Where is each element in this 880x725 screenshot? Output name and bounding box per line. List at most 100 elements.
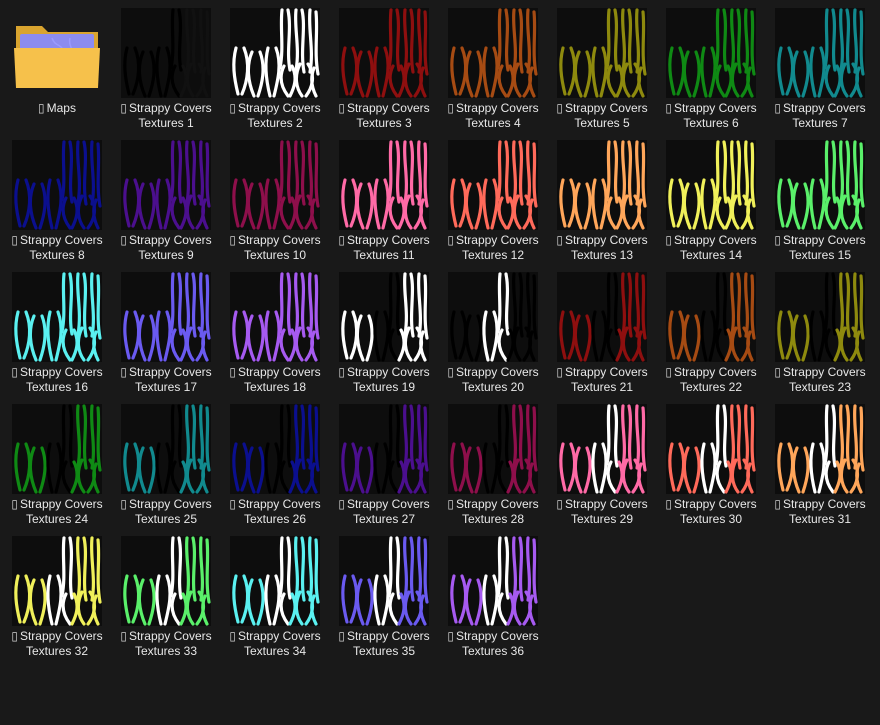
- texture-strap: [177, 272, 183, 336]
- file-name-line-1: Strappy Covers: [673, 233, 757, 247]
- texture-strap: [845, 404, 851, 470]
- file-item[interactable]: ▯ Strappy Covers Textures 11: [330, 136, 438, 264]
- texture-strap: [605, 140, 611, 202]
- texture-thumbnail: [339, 272, 429, 362]
- file-item[interactable]: ▯ Strappy Covers Textures 35: [330, 532, 438, 660]
- file-name-line-2: Textures 16: [25, 380, 89, 394]
- texture-strap: [613, 272, 619, 336]
- file-name-label: ▯ Strappy Covers Textures 14: [657, 233, 765, 263]
- sync-status-icon: ▯: [338, 233, 345, 247]
- sync-status-icon: ▯: [120, 497, 127, 511]
- file-name-label: ▯ Strappy Covers Textures 17: [112, 365, 220, 395]
- file-item[interactable]: ▯ Strappy Covers Textures 26: [221, 400, 329, 528]
- file-item[interactable]: ▯ Strappy Covers Textures 22: [657, 268, 765, 396]
- file-item[interactable]: ▯ Strappy Covers Textures 28: [439, 400, 547, 528]
- file-item[interactable]: ▯ Strappy Covers Textures 18: [221, 268, 329, 396]
- folder-item[interactable]: ▯ Maps: [3, 4, 111, 132]
- file-name-label: ▯ Strappy Covers Textures 6: [657, 101, 765, 131]
- file-item[interactable]: ▯ Strappy Covers Textures 12: [439, 136, 547, 264]
- file-item[interactable]: ▯ Strappy Covers Textures 14: [657, 136, 765, 264]
- file-name-line-1: Strappy Covers: [782, 497, 866, 511]
- texture-thumbnail: [775, 404, 865, 494]
- file-item[interactable]: ▯ Strappy Covers Textures 4: [439, 4, 547, 132]
- texture-thumbnail: [775, 140, 865, 230]
- texture-thumbnail: [121, 404, 211, 494]
- file-grid: ▯ Maps ▯ Strappy Covers Textures 1 ▯ Strappy C…: [0, 0, 880, 725]
- file-item[interactable]: ▯ Strappy Covers Textures 19: [330, 268, 438, 396]
- file-name-line-2: Textures 21: [570, 380, 634, 394]
- texture-strap: [859, 406, 865, 472]
- file-item[interactable]: ▯ Strappy Covers Textures 1: [112, 4, 220, 132]
- texture-strap: [68, 404, 74, 468]
- file-item[interactable]: ▯ Strappy Covers Textures 36: [439, 532, 547, 660]
- file-item[interactable]: ▯ Strappy Covers Textures 10: [221, 136, 329, 264]
- sync-status-icon: ▯: [665, 101, 672, 115]
- texture-strap: [416, 536, 423, 602]
- texture-strap: [314, 142, 320, 208]
- texture-strap: [511, 536, 518, 600]
- texture-strap: [859, 142, 865, 208]
- file-item[interactable]: ▯ Strappy Covers Textures 20: [439, 268, 547, 396]
- file-item[interactable]: ▯ Strappy Covers Textures 6: [657, 4, 765, 132]
- file-name-line-1: Strappy Covers: [237, 101, 321, 115]
- file-item[interactable]: ▯ Strappy Covers Textures 31: [766, 400, 874, 528]
- file-name-label: ▯ Strappy Covers Textures 21: [548, 365, 656, 395]
- file-item[interactable]: ▯ Strappy Covers Textures 7: [766, 4, 874, 132]
- file-item[interactable]: ▯ Strappy Covers Textures 29: [548, 400, 656, 528]
- file-item[interactable]: ▯ Strappy Covers Textures 15: [766, 136, 874, 264]
- texture-strap: [293, 404, 300, 468]
- file-name-line-2: Textures 26: [243, 512, 307, 526]
- file-name-line-1: Strappy Covers: [19, 233, 103, 247]
- file-name-label: ▯ Strappy Covers Textures 22: [657, 365, 765, 395]
- file-name-line-1: Strappy Covers: [455, 497, 539, 511]
- texture-strap: [525, 536, 532, 602]
- texture-strap: [518, 272, 524, 338]
- file-item[interactable]: ▯ Strappy Covers Textures 13: [548, 136, 656, 264]
- texture-strap: [714, 140, 720, 202]
- file-item[interactable]: ▯ Strappy Covers Textures 9: [112, 136, 220, 264]
- texture-strap: [416, 140, 423, 206]
- texture-strap: [504, 140, 510, 204]
- file-item[interactable]: ▯ Strappy Covers Textures 33: [112, 532, 220, 660]
- sync-status-icon: ▯: [774, 365, 781, 379]
- file-item[interactable]: ▯ Strappy Covers Textures 24: [3, 400, 111, 528]
- texture-strap: [184, 272, 191, 336]
- texture-strap: [416, 272, 423, 338]
- file-item[interactable]: ▯ Strappy Covers Textures 25: [112, 400, 220, 528]
- texture-strap: [75, 536, 82, 600]
- file-item[interactable]: ▯ Strappy Covers Textures 17: [112, 268, 220, 396]
- file-name-label: ▯ Strappy Covers Textures 19: [330, 365, 438, 395]
- sync-status-icon: ▯: [11, 233, 18, 247]
- file-item[interactable]: ▯ Strappy Covers Textures 32: [3, 532, 111, 660]
- file-item[interactable]: ▯ Strappy Covers Textures 8: [3, 136, 111, 264]
- file-name-label: ▯ Strappy Covers Textures 36: [439, 629, 547, 659]
- texture-strap: [532, 10, 538, 76]
- texture-thumbnail: [230, 272, 320, 362]
- file-item[interactable]: ▯ Strappy Covers Textures 16: [3, 268, 111, 396]
- file-item[interactable]: ▯ Strappy Covers Textures 2: [221, 4, 329, 132]
- texture-strap: [314, 274, 320, 340]
- texture-strap: [89, 140, 96, 206]
- file-item[interactable]: ▯ Strappy Covers Textures 27: [330, 400, 438, 528]
- file-item[interactable]: ▯ Strappy Covers Textures 30: [657, 400, 765, 528]
- file-name-line-2: Textures 36: [461, 644, 525, 658]
- texture-thumbnail: [666, 404, 756, 494]
- sync-status-icon: ▯: [229, 233, 236, 247]
- texture-strap: [518, 140, 524, 206]
- texture-strap: [423, 406, 429, 472]
- texture-thumbnail: [339, 140, 429, 230]
- texture-thumbnail: [339, 404, 429, 494]
- texture-strap: [416, 404, 423, 470]
- file-name-label: ▯ Strappy Covers Textures 15: [766, 233, 874, 263]
- texture-strap: [278, 8, 284, 70]
- file-name-label: ▯ Strappy Covers Textures 32: [3, 629, 111, 659]
- file-name-line-1: Strappy Covers: [346, 101, 430, 115]
- file-item[interactable]: ▯ Strappy Covers Textures 21: [548, 268, 656, 396]
- file-item[interactable]: ▯ Strappy Covers Textures 5: [548, 4, 656, 132]
- file-name-label: ▯ Strappy Covers Textures 35: [330, 629, 438, 659]
- file-item[interactable]: ▯ Strappy Covers Textures 34: [221, 532, 329, 660]
- texture-strap: [838, 8, 845, 72]
- file-item[interactable]: ▯ Strappy Covers Textures 23: [766, 268, 874, 396]
- file-item[interactable]: ▯ Strappy Covers Textures 3: [330, 4, 438, 132]
- texture-strap: [859, 10, 865, 76]
